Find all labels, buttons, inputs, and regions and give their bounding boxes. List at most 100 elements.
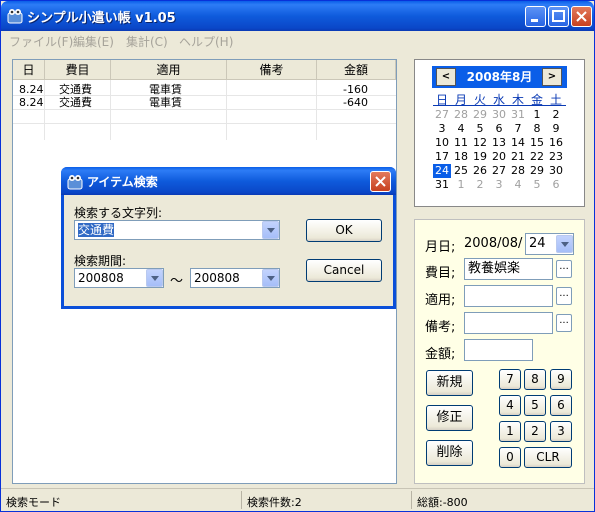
menu-edit[interactable]: 編集(E)	[73, 33, 114, 50]
calendar-day[interactable]: 4	[509, 178, 527, 192]
calendar-day[interactable]: 25	[452, 164, 470, 178]
calendar-day[interactable]: 23	[547, 150, 565, 164]
calendar-day[interactable]: 5	[528, 178, 546, 192]
calendar-day[interactable]: 22	[528, 150, 546, 164]
desc-field[interactable]	[464, 285, 553, 307]
key-5[interactable]: 5	[524, 395, 546, 416]
calendar-day[interactable]: 8	[528, 122, 546, 136]
calendar-day[interactable]: 3	[490, 178, 508, 192]
calendar-day[interactable]: 26	[471, 164, 489, 178]
calendar-day[interactable]: 1	[452, 178, 470, 192]
note-field[interactable]	[464, 312, 553, 334]
period-label: 検索期間:	[74, 254, 127, 268]
category-browse-button[interactable]: ...	[556, 260, 572, 278]
calendar-day[interactable]: 4	[452, 122, 470, 136]
menu-help[interactable]: ヘルプ(H)	[179, 33, 233, 50]
prev-month-button[interactable]: <	[436, 68, 456, 86]
period-from-select[interactable]: 200808	[74, 268, 164, 288]
new-button[interactable]: 新規	[426, 370, 473, 396]
calendar-day[interactable]: 29	[528, 164, 546, 178]
edit-button[interactable]: 修正	[426, 405, 473, 431]
col-header-item[interactable]: 費目	[45, 60, 111, 80]
maximize-button[interactable]	[548, 6, 569, 27]
chevron-down-icon	[262, 221, 279, 239]
key-4[interactable]: 4	[499, 395, 521, 416]
row-item: 交通費	[59, 83, 92, 96]
note-browse-button[interactable]: ...	[556, 314, 572, 332]
calendar-day[interactable]: 17	[433, 150, 451, 164]
status-bar: 検索モード 検索件数:2 総額:-800	[1, 488, 594, 511]
calendar-day[interactable]: 2	[471, 178, 489, 192]
calendar-day[interactable]: 27	[490, 164, 508, 178]
calendar-day[interactable]: 14	[509, 136, 527, 150]
minimize-button[interactable]	[525, 6, 546, 27]
calendar-day[interactable]: 30	[490, 108, 508, 122]
clear-button[interactable]: CLR	[524, 447, 572, 468]
calendar-day[interactable]: 6	[490, 122, 508, 136]
calendar-day[interactable]: 6	[547, 178, 565, 192]
calendar-day[interactable]: 31	[433, 178, 451, 192]
calendar-day[interactable]: 16	[547, 136, 565, 150]
calendar-day[interactable]: 11	[452, 136, 470, 150]
calendar-day[interactable]: 1	[528, 108, 546, 122]
calendar-day[interactable]: 3	[433, 122, 451, 136]
cancel-button[interactable]: Cancel	[306, 259, 382, 282]
calendar-day[interactable]: 18	[452, 150, 470, 164]
date-day-select[interactable]: 24	[525, 233, 574, 255]
col-header-amount[interactable]: 金額	[317, 60, 396, 80]
menu-file[interactable]: ファイル(F)	[9, 33, 73, 50]
chevron-left-icon: <	[441, 71, 451, 82]
next-month-button[interactable]: >	[542, 68, 562, 86]
calendar-day[interactable]: 31	[509, 108, 527, 122]
search-input[interactable]: 交通費	[74, 220, 280, 240]
period-separator: 〜	[170, 274, 184, 289]
delete-button[interactable]: 削除	[426, 440, 473, 466]
calendar-day[interactable]: 13	[490, 136, 508, 150]
dialog-title-bar[interactable]: アイテム検索	[61, 167, 396, 195]
calendar-day[interactable]: 20	[490, 150, 508, 164]
row-day: 8.24	[19, 83, 44, 96]
calendar-day[interactable]: 29	[471, 108, 489, 122]
calendar-day[interactable]: 2	[547, 108, 565, 122]
key-9[interactable]: 9	[550, 369, 572, 390]
key-6[interactable]: 6	[550, 395, 572, 416]
calendar-day[interactable]: 5	[471, 122, 489, 136]
calendar-day[interactable]: 21	[509, 150, 527, 164]
menu-summary[interactable]: 集計(C)	[126, 33, 168, 50]
ok-button[interactable]: OK	[306, 219, 382, 242]
status-count: 検索件数:2	[247, 496, 302, 509]
calendar-day[interactable]: 28	[452, 108, 470, 122]
calendar-day[interactable]: 19	[471, 150, 489, 164]
col-header-day[interactable]: 日	[13, 60, 45, 80]
period-to-select[interactable]: 200808	[190, 268, 280, 288]
row-amount: -160	[343, 83, 368, 96]
calendar-day[interactable]: 7	[509, 122, 527, 136]
desc-browse-button[interactable]: ...	[556, 287, 572, 305]
date-prefix: 2008/08/	[464, 236, 523, 251]
calendar-day[interactable]: 28	[509, 164, 527, 178]
item-search-dialog: アイテム検索 検索する文字列: 交通費 検索期間: 200808 〜 20080…	[61, 167, 396, 309]
app-icon	[7, 9, 23, 24]
key-7[interactable]: 7	[499, 369, 521, 390]
col-header-note[interactable]: 備考	[227, 60, 317, 80]
calendar-day[interactable]: 12	[471, 136, 489, 150]
calendar-day[interactable]: 30	[547, 164, 565, 178]
col-header-desc[interactable]: 適用	[111, 60, 227, 80]
calendar-day[interactable]: 27	[433, 108, 451, 122]
calendar-day[interactable]: 9	[547, 122, 565, 136]
key-3[interactable]: 3	[550, 421, 572, 442]
key-0[interactable]: 0	[499, 447, 521, 468]
maximize-icon	[552, 10, 565, 22]
key-2[interactable]: 2	[524, 421, 546, 442]
dialog-close-button[interactable]	[370, 171, 391, 192]
close-button[interactable]	[571, 6, 592, 27]
calendar-day[interactable]: 24	[433, 164, 451, 178]
key-1[interactable]: 1	[499, 421, 521, 442]
category-field[interactable]: 教養娯楽	[464, 258, 553, 280]
chevron-down-icon	[262, 269, 279, 287]
calendar-day[interactable]: 10	[433, 136, 451, 150]
calendar-day[interactable]: 15	[528, 136, 546, 150]
title-bar[interactable]: シンプル小遣い帳 v1.05	[1, 1, 594, 31]
amount-field[interactable]	[464, 339, 533, 361]
key-8[interactable]: 8	[524, 369, 546, 390]
